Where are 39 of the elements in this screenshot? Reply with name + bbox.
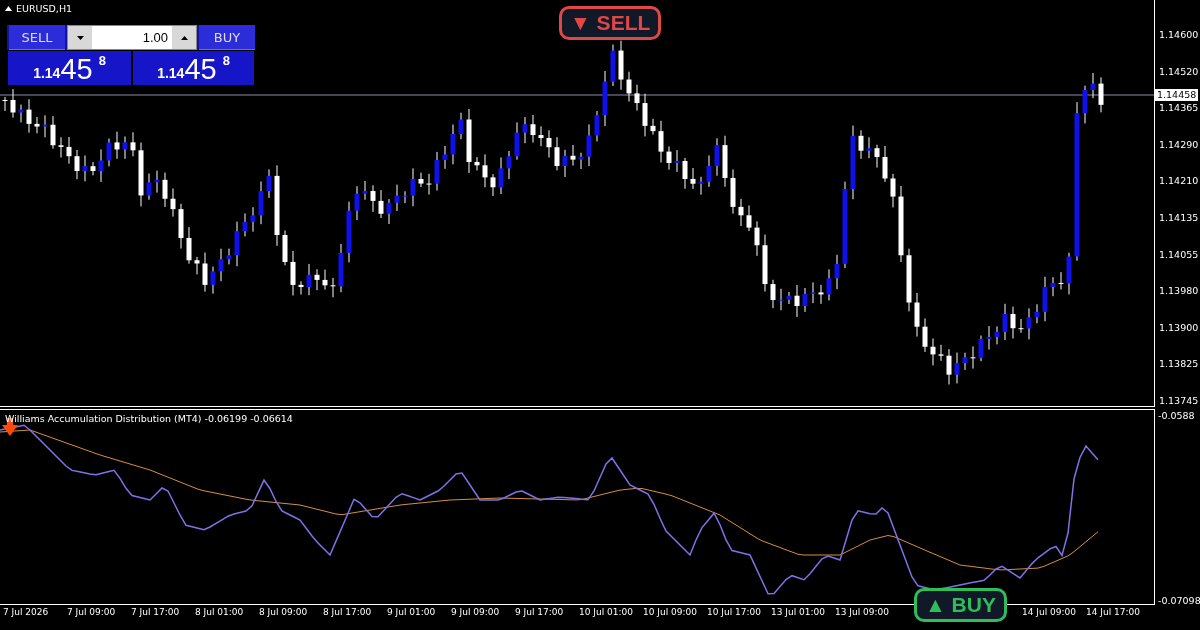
time-label: 14 Jul 17:00	[1086, 607, 1141, 619]
time-label: 14 Jul 09:00	[1022, 607, 1077, 619]
price-label: 1.14290	[1159, 138, 1200, 151]
current-price-label: 1.14458	[1155, 89, 1199, 101]
time-label: 8 Jul 09:00	[259, 607, 309, 619]
price-label: 1.13825	[1159, 358, 1200, 371]
price-label: 1.14365	[1159, 102, 1200, 115]
price-label: 1.14055	[1159, 248, 1200, 261]
time-label: 9 Jul 01:00	[387, 607, 437, 619]
price-label: 1.14210	[1159, 175, 1200, 188]
price-label: 1.14135	[1159, 211, 1200, 224]
time-label: 9 Jul 09:00	[451, 607, 501, 619]
time-label: 8 Jul 17:00	[323, 607, 373, 619]
price-label: 1.13980	[1159, 285, 1200, 298]
time-label: 7 Jul 2026	[3, 607, 50, 619]
time-label: 8 Jul 01:00	[195, 607, 245, 619]
price-label: 1.14600	[1159, 29, 1200, 41]
time-label: 7 Jul 09:00	[67, 607, 117, 619]
time-label: 9 Jul 17:00	[515, 607, 565, 619]
time-label: 7 Jul 17:00	[131, 607, 181, 619]
time-label: 10 Jul 09:00	[643, 607, 698, 619]
indicator-max-label: -0.0588	[1158, 410, 1196, 422]
sell-signal-badge: ▼ SELL	[559, 6, 662, 40]
buy-signal-badge: ▲ BUY	[914, 588, 1007, 622]
price-label: 1.14520	[1159, 65, 1200, 78]
time-label: 13 Jul 09:00	[835, 607, 890, 619]
chart-title: EURUSD,H1	[16, 3, 73, 14]
price-label: 1.13745	[1159, 394, 1200, 407]
price-label: 1.13900	[1159, 321, 1200, 334]
time-label: 13 Jul 01:00	[771, 607, 826, 619]
collapse-icon[interactable]	[5, 6, 12, 11]
sell-button[interactable]: SELL	[9, 25, 65, 50]
indicator-title: Williams Accumulation Distribution (MT4) -0.06199 -0.06614	[5, 413, 293, 424]
buy-button[interactable]: BUY	[199, 25, 255, 50]
buy-price-button[interactable]: 1.1445 8	[132, 50, 255, 86]
time-label: 10 Jul 01:00	[579, 607, 634, 619]
sell-price-button[interactable]: 1.1445 8	[7, 50, 132, 86]
indicator-min-label: -0.07098	[1158, 595, 1200, 607]
time-label: 10 Jul 17:00	[707, 607, 762, 619]
